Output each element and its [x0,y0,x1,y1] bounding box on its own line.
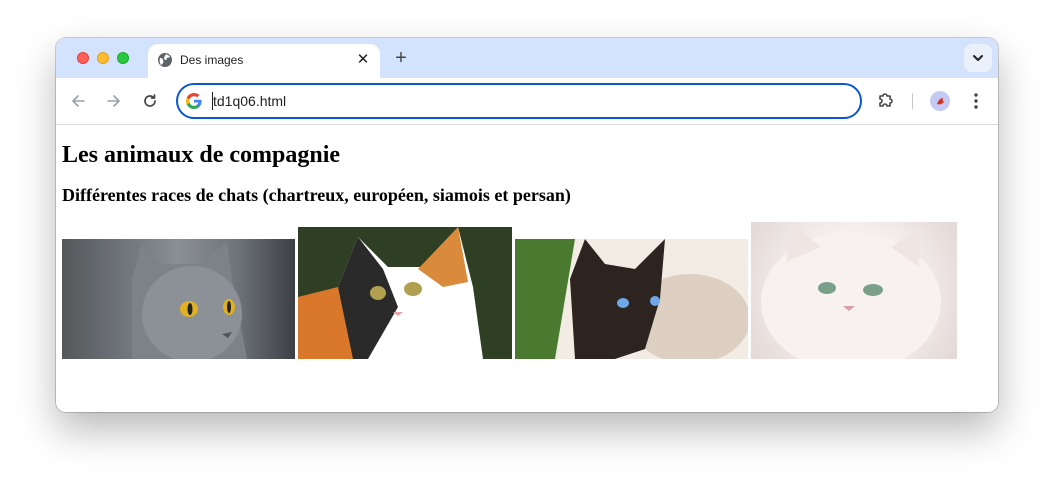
puzzle-icon[interactable] [876,90,896,110]
url-text: td1q06.html [213,93,287,109]
zoom-window-button[interactable] [117,52,129,64]
more-vertical-icon[interactable] [966,90,986,112]
close-tab-button[interactable]: ✕ [354,51,372,69]
cat-image-chartreux [62,239,295,359]
page-title: Les animaux de compagnie [62,142,341,168]
browser-window: Des images ✕ + td1q06.html Les animaux d… [56,38,998,412]
globe-icon [158,53,172,67]
arrow-right-icon[interactable] [103,90,125,112]
tab-search-button[interactable] [964,44,992,72]
cat-image-persan [751,222,957,359]
arrow-left-icon[interactable] [67,90,89,112]
google-icon [186,93,202,109]
page-content: Les animaux de compagnie Différentes rac… [56,125,998,412]
toolbar: td1q06.html [56,78,998,125]
cat-image-siamois [515,239,748,359]
close-window-button[interactable] [77,52,89,64]
cat-image-europeen [298,227,512,359]
reload-icon[interactable] [139,90,161,112]
chevron-down-icon [973,55,983,61]
new-tab-button[interactable]: + [390,47,412,69]
tab-title: Des images [180,53,244,67]
address-bar[interactable]: td1q06.html [176,83,862,119]
tab-strip: Des images ✕ + [56,38,998,78]
minimize-window-button[interactable] [97,52,109,64]
avatar-icon[interactable] [930,91,950,111]
page-subtitle: Différentes races de chats (chartreux, e… [62,185,571,205]
toolbar-separator [912,93,913,109]
tab-active[interactable]: Des images ✕ [148,44,380,78]
profile-bird-icon [937,98,944,105]
